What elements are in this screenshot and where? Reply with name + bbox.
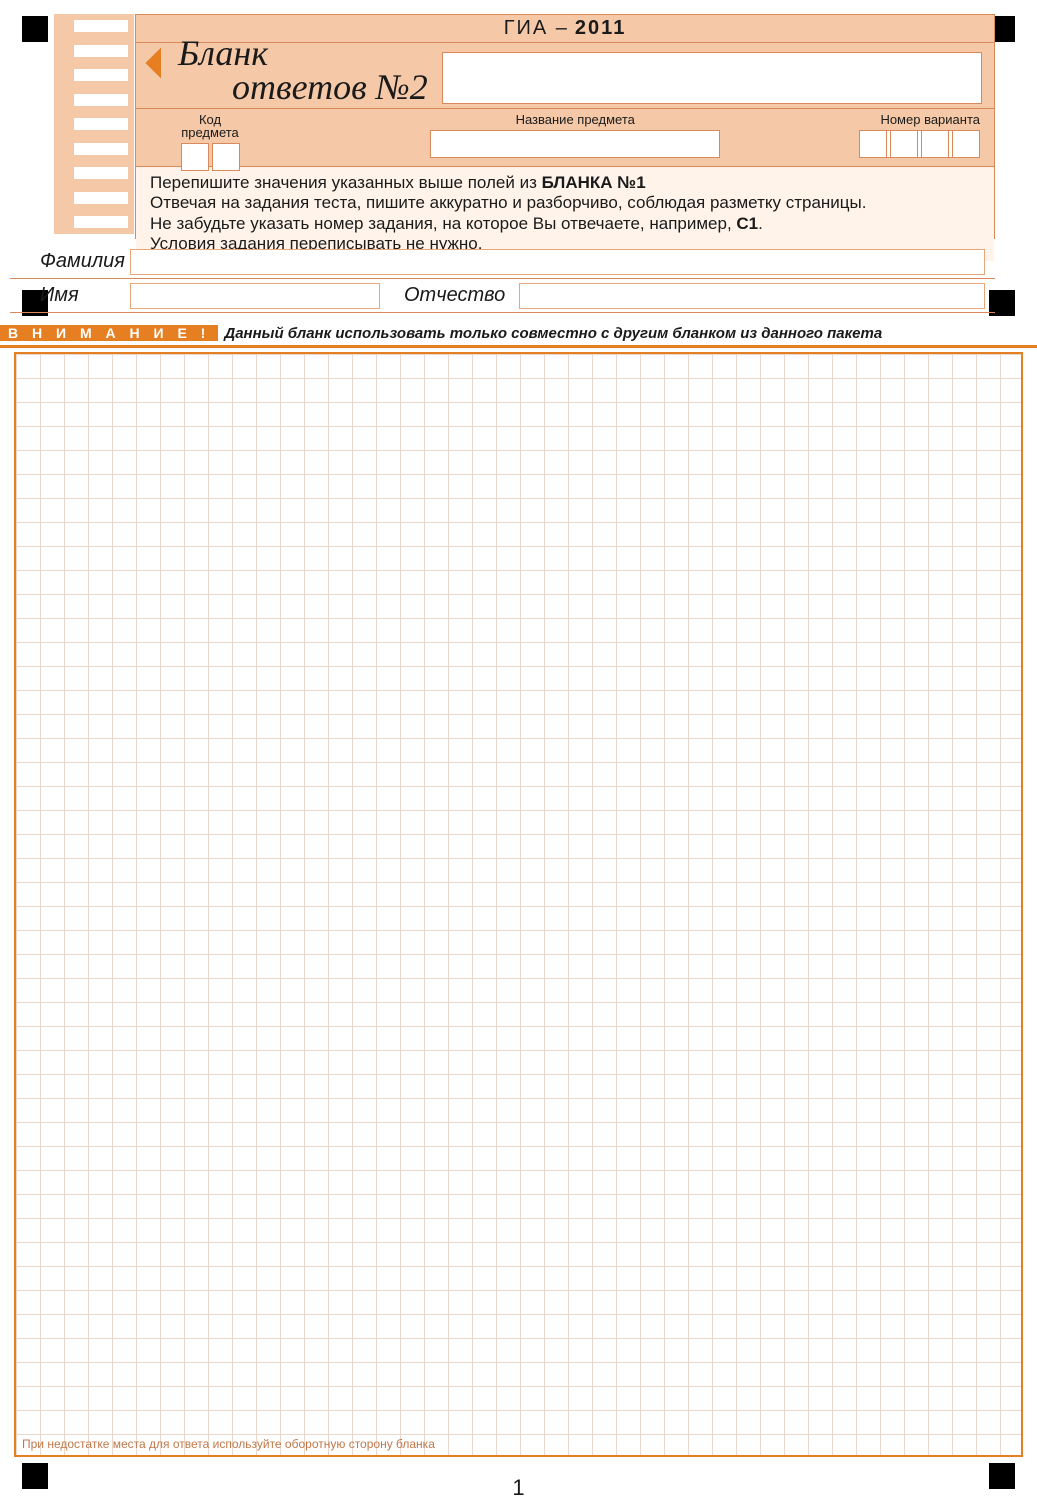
marker-top-left (22, 16, 48, 42)
page-number: 1 (0, 1475, 1037, 1501)
form-title: Бланк ответов №2 (178, 36, 428, 104)
surname-row: Фамилия (10, 245, 995, 279)
extra-code-boxes[interactable] (859, 130, 980, 158)
exam-dash: – (556, 17, 569, 40)
subject-code-field: Код предмета (150, 113, 270, 171)
subject-name-label: Название предмета (516, 113, 635, 126)
attention-tag: В Н И М А Н И Е ! (0, 325, 218, 341)
grid-footer-note: При недостатке места для ответа использу… (22, 1437, 435, 1451)
patronymic-label: Отчество (390, 284, 519, 307)
subject-code-boxes[interactable] (181, 143, 240, 171)
name-label: Имя (10, 284, 130, 307)
answer-form-page: ГИА – 2011 Бланк ответов №2 Код предмета… (0, 0, 1037, 1507)
extra-code-field (859, 113, 980, 158)
arrow-icon (145, 47, 176, 78)
form-header: ГИА – 2011 Бланк ответов №2 Код предмета… (135, 14, 995, 239)
barcode-area (442, 52, 982, 104)
subject-name-field: Название предмета (294, 113, 856, 158)
person-fields: Фамилия Имя Отчество (10, 245, 995, 313)
attention-underline (0, 345, 1037, 348)
answer-grid[interactable]: При недостатке места для ответа использу… (14, 352, 1023, 1457)
fields-row: Код предмета Название предмета Номер вар… (136, 109, 994, 167)
left-side-ticks (54, 14, 134, 234)
name-row: Имя Отчество (10, 279, 995, 313)
attention-text: Данный бланк использовать только совмест… (224, 325, 882, 342)
name-input[interactable] (130, 283, 380, 309)
exam-year: 2011 (575, 17, 626, 40)
surname-input[interactable] (130, 249, 985, 275)
title-row: Бланк ответов №2 (136, 43, 994, 109)
patronymic-input[interactable] (519, 283, 985, 309)
subject-name-input[interactable] (430, 130, 720, 158)
exam-name: ГИА (504, 17, 549, 40)
subject-code-label: Код предмета (181, 113, 239, 139)
surname-label: Фамилия (10, 250, 130, 273)
attention-strip: В Н И М А Н И Е ! Данный бланк использов… (0, 322, 1037, 344)
